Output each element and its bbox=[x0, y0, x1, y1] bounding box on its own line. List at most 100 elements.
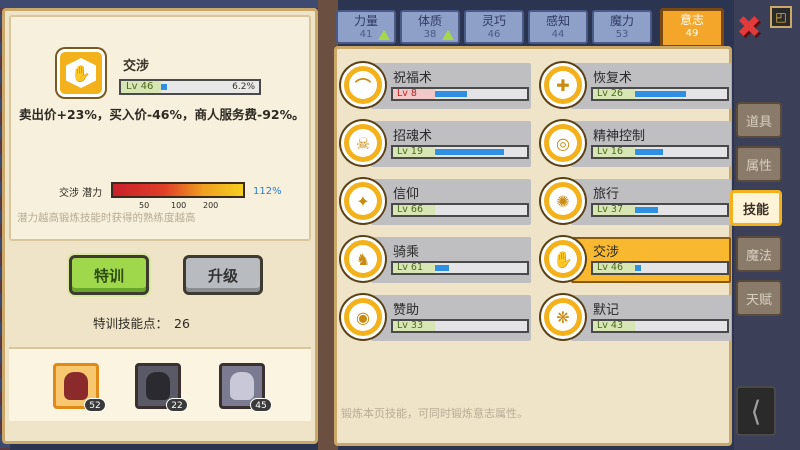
skill-name: 恢复术 bbox=[593, 71, 633, 86]
character-level-badge: 45 bbox=[250, 398, 272, 412]
handshake-icon: ✋ bbox=[541, 237, 585, 281]
back-button[interactable]: ⟨ bbox=[736, 386, 776, 436]
skill-item[interactable]: ♞ 骑乘 Lv 61 bbox=[341, 233, 533, 283]
character-portrait[interactable]: 52 bbox=[53, 363, 106, 412]
background-strip-top bbox=[0, 0, 318, 8]
faith-icon: ✦ bbox=[341, 179, 385, 223]
skill-level-bar: Lv 26 bbox=[591, 87, 729, 101]
side-tab-attributes[interactable]: 属性 bbox=[736, 146, 782, 182]
skill-progress-fill bbox=[635, 207, 658, 213]
skill-item[interactable]: ☠ 招魂术 Lv 19 bbox=[341, 117, 533, 167]
skill-level: Lv 19 bbox=[393, 147, 435, 157]
attribute-name: 力量 bbox=[353, 14, 378, 28]
attribute-value: 49 bbox=[685, 28, 699, 39]
side-tab-skills[interactable]: 技能 bbox=[730, 190, 782, 226]
skill-progress-fill bbox=[435, 91, 467, 97]
attribute-tab-constitution[interactable]: 体质 38 bbox=[400, 10, 460, 44]
potential-tick: 50 bbox=[139, 201, 150, 210]
side-tab-magic[interactable]: 魔法 bbox=[736, 236, 782, 272]
attribute-tab-strength[interactable]: 力量 41 bbox=[336, 10, 396, 44]
character-level-badge: 22 bbox=[166, 398, 188, 412]
character-face bbox=[230, 372, 254, 400]
skills-footer-hint: 锻炼本页技能，可同时锻炼意志属性。 bbox=[341, 407, 528, 420]
skill-name: 旅行 bbox=[593, 187, 620, 202]
potential-label: 交涉 潜力 bbox=[59, 188, 103, 199]
attribute-name: 魔力 bbox=[609, 14, 634, 28]
skill-level: Lv 43 bbox=[593, 321, 635, 331]
skill-level: Lv 37 bbox=[593, 205, 635, 215]
skill-item[interactable]: ◎ 精神控制 Lv 16 bbox=[541, 117, 733, 167]
train-points: 特训技能点： 26 bbox=[93, 313, 190, 332]
heal-icon: ✚ bbox=[541, 63, 585, 107]
skill-detail-card: ✋ 交涉 Lv 46 6.2% 卖出价+23%，买入价-46%，商人服务费-92… bbox=[9, 15, 311, 241]
skill-item[interactable]: ⌒ 祝福术 Lv 8 bbox=[341, 59, 533, 109]
attribute-name: 灵巧 bbox=[481, 14, 506, 28]
upgrade-button[interactable]: 升级 bbox=[183, 255, 263, 295]
skill-level: Lv 61 bbox=[393, 263, 435, 273]
train-points-label: 特训技能点： bbox=[93, 316, 169, 331]
skill-item[interactable]: ✋ 交涉 Lv 46 bbox=[541, 233, 733, 283]
skill-name: 交涉 bbox=[593, 245, 620, 260]
potential-tick: 200 bbox=[203, 201, 219, 210]
train-button[interactable]: 特训 bbox=[69, 255, 149, 295]
character-portrait[interactable]: 22 bbox=[135, 363, 188, 412]
skill-name: 精神控制 bbox=[593, 129, 646, 144]
skill-detail-panel: ✋ 交涉 Lv 46 6.2% 卖出价+23%，买入价-46%，商人服务费-92… bbox=[2, 8, 318, 444]
potential-hint: 潜力越高锻炼技能时获得的熟练度越高 bbox=[17, 212, 196, 224]
skill-level-bar: Lv 37 bbox=[591, 203, 729, 217]
close-button[interactable]: ✖ bbox=[734, 10, 764, 45]
character-portrait[interactable]: 45 bbox=[219, 363, 272, 412]
skull-icon: ☠ bbox=[341, 121, 385, 165]
attribute-tab-will[interactable]: 意志 49 bbox=[660, 8, 724, 48]
potential-bar bbox=[111, 182, 245, 198]
skill-name: 赞助 bbox=[393, 303, 420, 318]
character-face bbox=[146, 372, 170, 400]
skill-progress-fill bbox=[435, 265, 449, 271]
skill-item[interactable]: ✚ 恢复术 Lv 26 bbox=[541, 59, 733, 109]
skill-detail-name: 交涉 bbox=[123, 59, 150, 74]
skill-level: Lv 26 bbox=[593, 89, 635, 99]
skill-item[interactable]: ✺ 旅行 Lv 37 bbox=[541, 175, 733, 225]
attribute-tab-perception[interactable]: 感知 44 bbox=[528, 10, 588, 44]
train-points-value: 26 bbox=[174, 316, 190, 331]
minimize-button[interactable]: ◰ bbox=[770, 6, 792, 28]
brain-control-icon: ◎ bbox=[541, 121, 585, 165]
attribute-tab-magic[interactable]: 魔力 53 bbox=[592, 10, 652, 44]
skill-name: 信仰 bbox=[393, 187, 420, 202]
attribute-tab-dexterity[interactable]: 灵巧 46 bbox=[464, 10, 524, 44]
skill-level-bar: Lv 61 bbox=[391, 261, 529, 275]
memory-brain-icon: ❋ bbox=[541, 295, 585, 339]
handshake-icon: ✋ bbox=[57, 49, 105, 97]
wheel-icon: ✺ bbox=[541, 179, 585, 223]
skill-name: 骑乘 bbox=[393, 245, 420, 260]
skill-level-bar: Lv 43 bbox=[591, 319, 729, 333]
arrow-up-icon bbox=[378, 30, 390, 40]
skill-item[interactable]: ◉ 赞助 Lv 33 bbox=[341, 291, 533, 341]
attribute-value: 53 bbox=[615, 29, 629, 40]
skill-level: Lv 46 bbox=[593, 263, 635, 273]
skill-level-bar: Lv 16 bbox=[591, 145, 729, 159]
horse-icon: ♞ bbox=[341, 237, 385, 281]
skills-panel: ⌒ 祝福术 Lv 8 ✚ 恢复术 Lv 26 ☠ 招魂术 Lv 19 ◎ 精神控制 Lv 16 ✦ 信仰 L… bbox=[334, 46, 732, 446]
skill-detail-level: Lv 46 bbox=[121, 81, 161, 93]
skill-item[interactable]: ✦ 信仰 Lv 66 bbox=[341, 175, 533, 225]
skill-level-bar: Lv 66 bbox=[391, 203, 529, 217]
skill-item[interactable]: ❋ 默记 Lv 43 bbox=[541, 291, 733, 341]
side-tab-talents[interactable]: 天赋 bbox=[736, 280, 782, 316]
skill-progress-fill bbox=[435, 149, 504, 155]
attribute-name: 意志 bbox=[679, 13, 704, 27]
skill-detail-progress-fill bbox=[161, 84, 168, 90]
skill-level: Lv 33 bbox=[393, 321, 435, 331]
team-roster: 52 22 45 bbox=[9, 347, 311, 421]
skill-detail-progress-pct: 6.2% bbox=[232, 82, 255, 92]
arrow-up-icon bbox=[442, 30, 454, 40]
window-icon: ◰ bbox=[775, 10, 787, 24]
potential-tick: 100 bbox=[171, 201, 187, 210]
attribute-value: 46 bbox=[487, 29, 501, 40]
skill-level: Lv 16 bbox=[593, 147, 635, 157]
skill-name: 招魂术 bbox=[393, 129, 433, 144]
side-tab-items[interactable]: 道具 bbox=[736, 102, 782, 138]
attribute-name: 体质 bbox=[417, 14, 442, 28]
skill-level-bar: Lv 8 bbox=[391, 87, 529, 101]
skill-level: Lv 66 bbox=[393, 205, 435, 215]
